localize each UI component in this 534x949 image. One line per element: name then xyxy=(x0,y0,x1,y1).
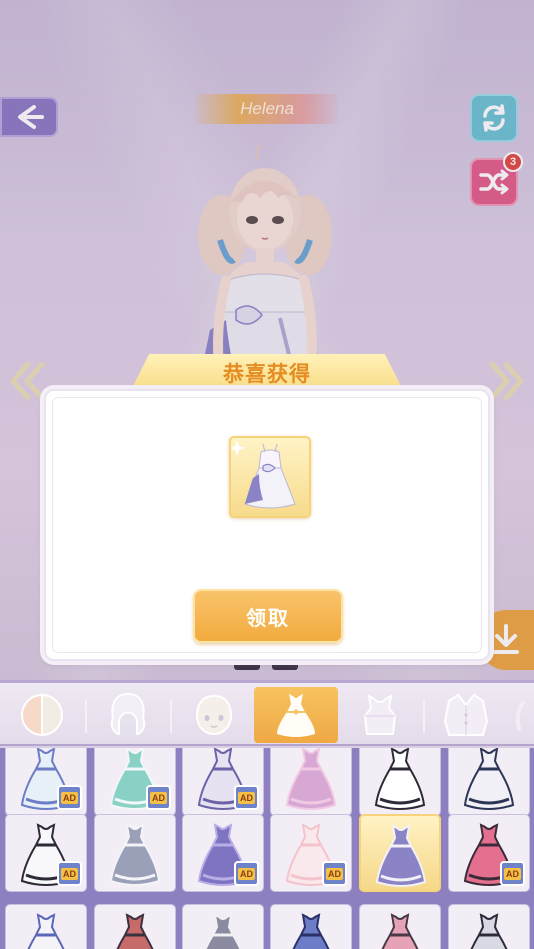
ad-badge: AD xyxy=(500,861,525,886)
ad-label: AD xyxy=(61,791,78,804)
ad-label: AD xyxy=(326,867,343,880)
outfit-thumbnail-icon xyxy=(27,913,65,949)
item-tile[interactable]: AD xyxy=(448,814,530,892)
ad-label: AD xyxy=(150,791,167,804)
category-bar xyxy=(0,680,534,746)
ad-badge: AD xyxy=(146,785,171,810)
hair-icon xyxy=(110,692,146,736)
ad-label: AD xyxy=(238,791,255,804)
ad-label: AD xyxy=(61,867,78,880)
item-tile[interactable] xyxy=(5,904,87,949)
item-tile[interactable]: AD xyxy=(5,814,87,892)
ad-badge: AD xyxy=(234,785,259,810)
reward-dialog: 领取 xyxy=(44,389,490,661)
item-tile[interactable] xyxy=(448,748,530,816)
category-hair[interactable] xyxy=(86,687,170,743)
outfit-thumbnail-icon xyxy=(375,824,427,887)
item-tile[interactable] xyxy=(359,814,441,892)
outfit-thumbnail-icon xyxy=(109,823,161,886)
item-tile[interactable] xyxy=(94,904,176,949)
outfit-thumbnail-icon xyxy=(381,913,419,949)
item-grid: AD AD AD AD AD AD AD xyxy=(0,748,534,949)
ad-badge: AD xyxy=(57,785,82,810)
ad-label: AD xyxy=(504,867,521,880)
claim-button-label: 领取 xyxy=(246,605,290,630)
outfit-thumbnail-icon xyxy=(463,748,515,810)
dress-icon xyxy=(277,694,315,737)
item-tile[interactable]: AD xyxy=(182,748,264,816)
coat-icon xyxy=(443,693,489,736)
item-tile[interactable] xyxy=(448,904,530,949)
item-tile[interactable]: AD xyxy=(270,814,352,892)
accessory-icon xyxy=(515,699,526,732)
ad-badge: AD xyxy=(57,861,82,886)
item-tile[interactable] xyxy=(94,814,176,892)
ad-badge: AD xyxy=(322,861,347,886)
category-top[interactable] xyxy=(338,687,422,743)
outfit-thumbnail-icon xyxy=(470,913,508,949)
modal-title-tab: 恭喜获得 xyxy=(130,354,404,392)
item-tile[interactable] xyxy=(182,904,264,949)
item-tile[interactable]: AD xyxy=(94,748,176,816)
item-tile[interactable] xyxy=(359,904,441,949)
outfit-thumbnail-icon xyxy=(204,913,242,949)
outfit-thumbnail-icon xyxy=(374,748,426,810)
item-tile[interactable] xyxy=(359,748,441,816)
ad-label: AD xyxy=(238,867,255,880)
category-dress[interactable] xyxy=(254,687,338,743)
modal-title: 恭喜获得 xyxy=(223,362,311,386)
item-tile[interactable] xyxy=(270,748,352,816)
top-icon xyxy=(363,694,397,735)
category-skin[interactable] xyxy=(0,687,84,743)
category-face[interactable] xyxy=(172,687,256,743)
outfit-thumbnail-icon xyxy=(285,748,337,810)
item-tile[interactable] xyxy=(270,904,352,949)
category-more[interactable] xyxy=(508,687,534,743)
white-dress-icon xyxy=(229,440,296,509)
ad-badge: AD xyxy=(234,861,259,886)
category-coat[interactable] xyxy=(424,687,508,743)
item-tile[interactable]: AD xyxy=(182,814,264,892)
outfit-thumbnail-icon xyxy=(116,913,154,949)
skin-tone-icon xyxy=(21,693,63,737)
outfit-thumbnail-icon xyxy=(292,913,330,949)
claim-button[interactable]: 领取 xyxy=(193,589,343,643)
item-tile[interactable]: AD xyxy=(5,748,87,816)
face-icon xyxy=(195,694,233,736)
reward-item-slot xyxy=(229,436,311,518)
